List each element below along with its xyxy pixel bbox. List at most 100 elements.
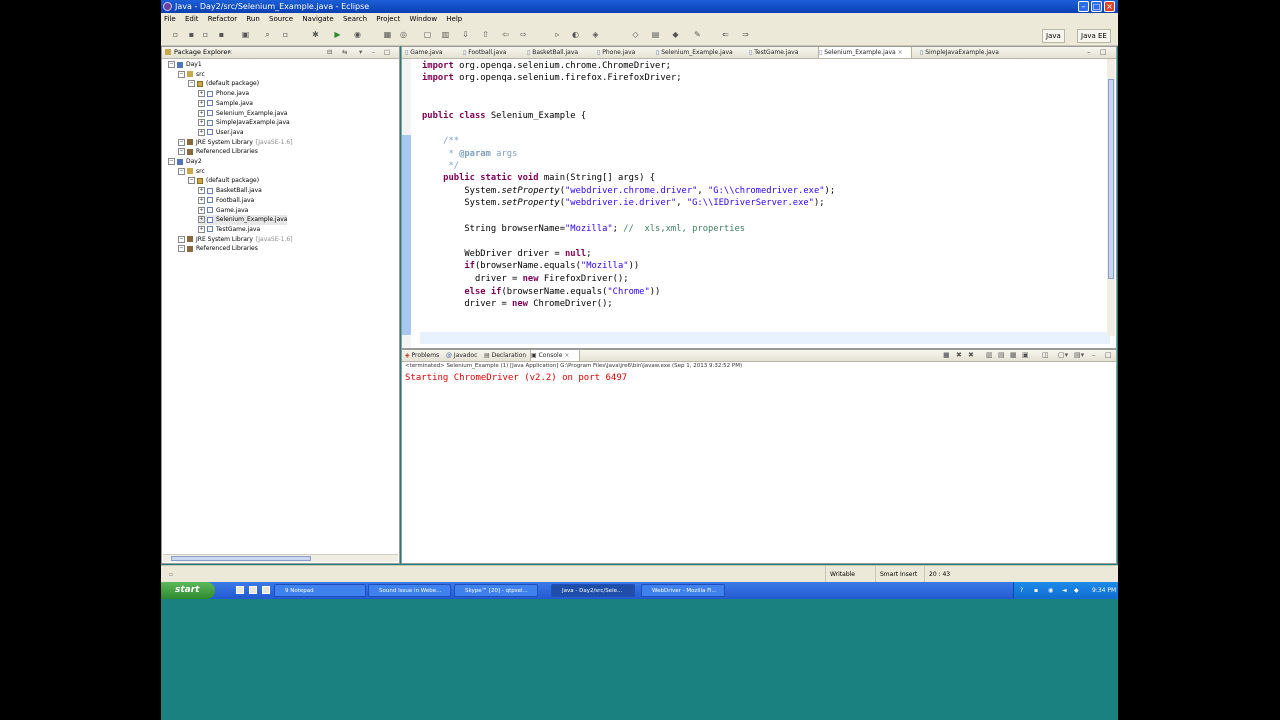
marker-icon[interactable]: ◆ <box>671 30 680 39</box>
expand-toggle-icon[interactable]: + <box>198 196 205 204</box>
tray-help-icon[interactable]: ? <box>1020 582 1023 599</box>
tree-item[interactable]: + BasketBall.java <box>198 186 262 196</box>
editor-tab-simplejavaexample[interactable]: ▯ SimpleJavaExample.java <box>920 47 1010 58</box>
tool-icon[interactable]: ◇ <box>631 30 640 39</box>
clear-console-icon[interactable]: ▥ <box>986 350 993 361</box>
expand-toggle-icon[interactable]: + <box>198 109 205 117</box>
tree-item[interactable]: + Selenium_Example.java <box>198 109 287 119</box>
external-tools-icon[interactable]: ◉ <box>353 30 362 39</box>
tree-item[interactable]: − JRE System Library [JavaSE-1.6] <box>178 235 293 245</box>
task-skype[interactable]: Skype™ [20] - qtpsel... <box>454 584 538 597</box>
open-console-icon[interactable]: ▤▾ <box>1074 350 1084 361</box>
expand-toggle-icon[interactable]: − <box>178 235 185 243</box>
collapse-all-icon[interactable]: ⊟ <box>327 47 332 58</box>
display-console-icon[interactable]: ▢▾ <box>1058 350 1068 361</box>
code-text-area[interactable]: import org.openqa.selenium.chrome.Chrome… <box>422 60 835 309</box>
tab-problems[interactable]: ◈ Problems <box>405 350 443 361</box>
tree-item[interactable]: − Day1 <box>168 60 202 70</box>
history-icon[interactable]: ◈ <box>591 30 600 39</box>
tree-item[interactable]: + Phone.java <box>198 89 249 99</box>
menu-search[interactable]: Search <box>343 15 367 23</box>
open-perspective-icon[interactable]: ▢ <box>423 30 432 39</box>
show-when-output-icon[interactable]: ▣ <box>1022 350 1029 361</box>
editor-tab-testgame[interactable]: ▯ TestGame.java <box>749 47 813 58</box>
tree-item[interactable]: − Day2 <box>168 157 202 167</box>
annotation-icon[interactable]: ✎ <box>693 30 702 39</box>
close-button[interactable]: × <box>1104 1 1115 12</box>
task-firefox-webdriver[interactable]: WebDriver - Mozilla Fi... <box>641 584 725 597</box>
new-class-icon[interactable]: ◎ <box>399 30 408 39</box>
tree-item[interactable]: + User.java <box>198 128 244 138</box>
task-sound-issue[interactable]: Sound Issue in Webe... <box>368 584 451 597</box>
open-type-icon[interactable]: ▪ <box>217 30 226 39</box>
tree-item[interactable]: − (default package) <box>188 79 259 89</box>
console-maximize-icon[interactable]: □ <box>1105 350 1112 361</box>
editor-tab-selenium-day1[interactable]: ▯ Selenium_Example.java <box>656 47 736 58</box>
tree-item[interactable]: − JRE System Library [JavaSE-1.6] <box>178 138 293 148</box>
expand-toggle-icon[interactable]: + <box>198 119 205 127</box>
expand-toggle-icon[interactable]: − <box>178 148 185 156</box>
tree-item[interactable]: − (default package) <box>188 176 259 186</box>
menu-source[interactable]: Source <box>269 15 293 23</box>
tree-item[interactable]: − Referenced Libraries <box>178 244 258 254</box>
next-annotation-icon[interactable]: ⇩ <box>461 30 470 39</box>
tree-item[interactable]: + Selenium_Example.java <box>198 215 288 225</box>
team-icon[interactable]: ▫ <box>281 30 290 39</box>
expand-toggle-icon[interactable]: − <box>168 158 175 165</box>
menu-file[interactable]: File <box>164 15 176 23</box>
menu-window[interactable]: Window <box>409 15 437 23</box>
pin-console-icon[interactable]: ◫ <box>1042 350 1049 361</box>
menu-help[interactable]: Help <box>446 15 462 23</box>
scrollbar-thumb[interactable] <box>171 556 311 561</box>
maximize-button[interactable]: □ <box>1091 1 1102 12</box>
task-eclipse[interactable]: Java - Day2/src/Sele... <box>551 584 635 597</box>
expand-toggle-icon[interactable]: − <box>178 138 185 146</box>
tab-close-icon[interactable]: × <box>564 352 569 359</box>
editor-tab-phone[interactable]: ▯ Phone.java <box>597 47 653 58</box>
view-menu-icon[interactable]: ▾ <box>359 47 362 58</box>
expand-toggle-icon[interactable]: − <box>178 70 185 78</box>
build-icon[interactable]: ▣ <box>241 30 250 39</box>
tray-volume-icon[interactable]: ◄ <box>1062 582 1067 599</box>
maximize-view-icon[interactable]: □ <box>384 47 390 58</box>
expand-toggle-icon[interactable]: − <box>188 177 195 185</box>
link-with-editor-icon[interactable]: ⇆ <box>342 47 347 58</box>
new-java-project-icon[interactable]: ▦ <box>383 30 392 39</box>
editor-vertical-scrollbar[interactable] <box>1107 59 1115 336</box>
show-desktop-icon[interactable] <box>236 586 244 594</box>
fast-view-icon[interactable]: ▫ <box>169 566 173 583</box>
tree-item[interactable]: − src <box>178 167 205 177</box>
tray-antivirus-icon[interactable]: ◉ <box>1048 582 1053 599</box>
expand-toggle-icon[interactable]: − <box>178 245 185 253</box>
scroll-lock-icon[interactable]: ▤ <box>998 350 1005 361</box>
menu-navigate[interactable]: Navigate <box>302 15 333 23</box>
tree-item[interactable]: + Sample.java <box>198 99 253 109</box>
editor-tab-game[interactable]: ▯ Game.java <box>405 47 461 58</box>
quick-launch-icon[interactable] <box>249 586 257 594</box>
print-icon[interactable]: ▫ <box>201 30 210 39</box>
tray-clock[interactable]: 9:34 PM <box>1092 582 1116 599</box>
search-icon[interactable]: ⌕ <box>263 30 272 39</box>
expand-toggle-icon[interactable]: + <box>198 90 205 98</box>
perspective-java[interactable]: Java <box>1042 29 1065 43</box>
expand-toggle-icon[interactable]: − <box>178 167 185 175</box>
save-icon[interactable]: ▪ <box>187 30 196 39</box>
nav-forward-icon[interactable]: ⇒ <box>741 30 750 39</box>
quick-launch-icon[interactable] <box>262 586 270 594</box>
remove-launch-icon[interactable]: ✖ <box>956 350 962 361</box>
pin-icon[interactable]: ▹ <box>553 30 562 39</box>
expand-toggle-icon[interactable]: − <box>188 80 195 88</box>
back-icon[interactable]: ⇦ <box>501 30 510 39</box>
tab-javadoc[interactable]: @ Javadoc <box>446 350 482 361</box>
editor-maximize-icon[interactable]: □ <box>1100 47 1107 58</box>
format-icon[interactable]: ▤ <box>651 30 660 39</box>
tab-console[interactable]: ▣ Console × <box>530 350 580 361</box>
expand-toggle-icon[interactable]: + <box>198 187 205 195</box>
expand-toggle-icon[interactable]: + <box>198 216 205 224</box>
run-icon[interactable]: ▶ <box>333 30 342 39</box>
word-wrap-icon[interactable]: ▦ <box>1010 350 1017 361</box>
perspective-javaee[interactable]: Java EE <box>1077 29 1111 43</box>
tree-item[interactable]: − src <box>178 70 205 80</box>
console-minimize-icon[interactable]: – <box>1092 350 1096 361</box>
tab-close-icon[interactable]: × <box>898 49 903 56</box>
